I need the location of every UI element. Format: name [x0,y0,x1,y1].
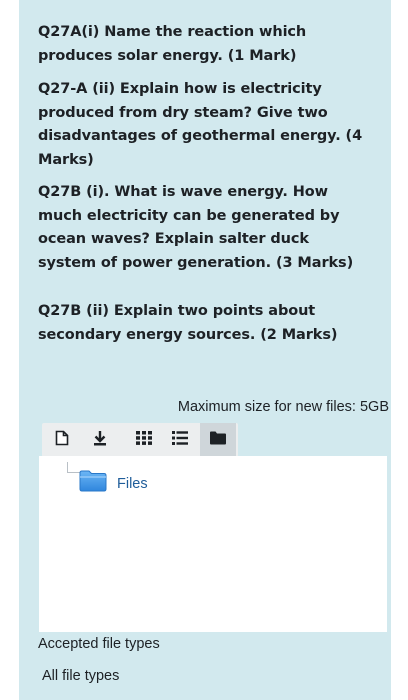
download-icon [93,430,107,451]
add-file-button[interactable] [44,423,80,457]
grid-view-icon [136,430,152,450]
question-text: Q27A(i) Name the reaction which produces… [38,24,307,64]
new-file-icon [55,430,69,451]
question-panel: Q27A(i) Name the reaction which produces… [19,0,391,700]
tree-view-button[interactable] [200,423,236,457]
question-text: Q27B (ii) Explain two points about secon… [38,303,338,343]
max-file-size-label: Maximum size for new files: 5GB [177,399,389,415]
accepted-file-types-value: All file types [42,668,120,684]
list-view-button[interactable] [162,423,198,457]
question-text: Q27B (i). What is wave energy. How much … [38,184,354,271]
accepted-file-types-label: Accepted file types [38,636,160,652]
folder-label[interactable]: Files [117,476,148,492]
file-drop-area[interactable]: Files [39,456,387,632]
list-view-icon [172,430,188,450]
icon-view-button[interactable] [126,423,162,457]
folder-icon [79,470,107,497]
files-folder[interactable]: Files [79,470,148,497]
filepicker-toolbar [42,423,238,457]
download-all-button[interactable] [82,423,118,457]
folder-tree-icon [210,431,226,450]
question-text: Q27-A (ii) Explain how is electricity pr… [38,81,363,168]
